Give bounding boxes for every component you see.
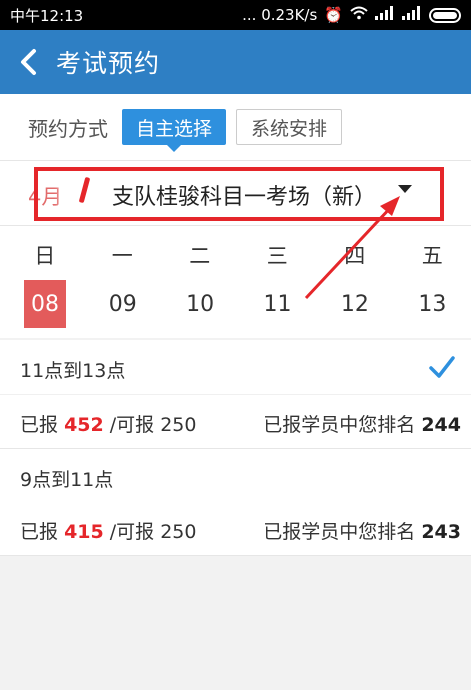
weekday-header: 日 一 二 三 四 五 — [6, 240, 471, 270]
rank-label: 已报学员中您排名 — [263, 414, 416, 436]
capacity-label: /可报 250 — [109, 414, 197, 436]
status-icons: ... 0.23K/s ⏰ — [242, 6, 461, 24]
method-row: 预约方式 自主选择 系统安排 — [0, 94, 471, 160]
weekday-label: 三 — [266, 244, 288, 268]
wifi-icon — [350, 6, 368, 24]
back-button[interactable] — [0, 30, 56, 94]
battery-icon — [429, 7, 461, 23]
reported-label: 已报 — [20, 521, 59, 543]
alarm-icon: ⏰ — [324, 6, 343, 24]
reported-count: 415 — [64, 521, 104, 543]
signal-icon — [375, 6, 395, 24]
slot-rank: 已报学员中您排名 243 — [263, 517, 461, 544]
venue-selector[interactable]: 4月 支队桂骏科目一考场（新） — [0, 160, 471, 226]
slot-rank: 已报学员中您排名 244 — [263, 410, 461, 437]
rank-value: 244 — [421, 414, 461, 436]
slot-stats: 已报 452 /可报 250 — [20, 410, 197, 437]
weekday-label: 二 — [189, 244, 211, 268]
slot-time: 9点到11点 — [20, 469, 114, 491]
checkmark-icon — [429, 356, 455, 378]
status-time: 中午12:13 — [10, 6, 84, 25]
weekday-label: 日 — [34, 244, 56, 268]
reported-label: 已报 — [20, 414, 59, 436]
annotation-highlight-box — [34, 167, 444, 221]
rank-value: 243 — [421, 521, 461, 543]
weekday-label: 五 — [421, 244, 443, 268]
day-cell-selected[interactable]: 08 — [24, 280, 66, 328]
page-title: 考试预约 — [56, 49, 161, 78]
method-label: 预约方式 — [28, 116, 108, 141]
option-system-arrange[interactable]: 系统安排 — [236, 109, 343, 145]
capacity-label: /可报 250 — [109, 521, 197, 543]
time-slot[interactable]: 11点到13点 已报 452 /可报 250 已报学员中您排名 244 — [0, 340, 471, 448]
option-self-select[interactable]: 自主选择 — [122, 109, 227, 152]
reported-count: 452 — [64, 414, 104, 436]
signal-icon-2 — [402, 6, 422, 24]
slot-stats: 已报 415 /可报 250 — [20, 517, 197, 544]
day-cell[interactable]: 10 — [161, 280, 238, 328]
day-cell[interactable]: 11 — [239, 280, 316, 328]
rank-label: 已报学员中您排名 — [263, 521, 416, 543]
slot-time: 11点到13点 — [20, 360, 126, 382]
time-slot[interactable]: 9点到11点 已报 415 /可报 250 已报学员中您排名 243 — [0, 449, 471, 555]
day-cell[interactable]: 09 — [84, 280, 161, 328]
day-row: 08 09 10 11 12 13 — [6, 280, 471, 328]
day-cell[interactable]: 12 — [316, 280, 393, 328]
status-bar: 中午12:13 ... 0.23K/s ⏰ — [0, 0, 471, 30]
divider — [0, 555, 471, 556]
date-picker: 日 一 二 三 四 五 08 09 10 11 12 13 — [0, 226, 471, 338]
weekday-label: 一 — [111, 244, 133, 268]
chevron-left-icon — [21, 49, 36, 75]
weekday-label: 四 — [344, 244, 366, 268]
network-speed: ... 0.23K/s — [242, 6, 318, 24]
app-bar: 考试预约 — [0, 30, 471, 94]
day-cell[interactable]: 13 — [394, 280, 471, 328]
